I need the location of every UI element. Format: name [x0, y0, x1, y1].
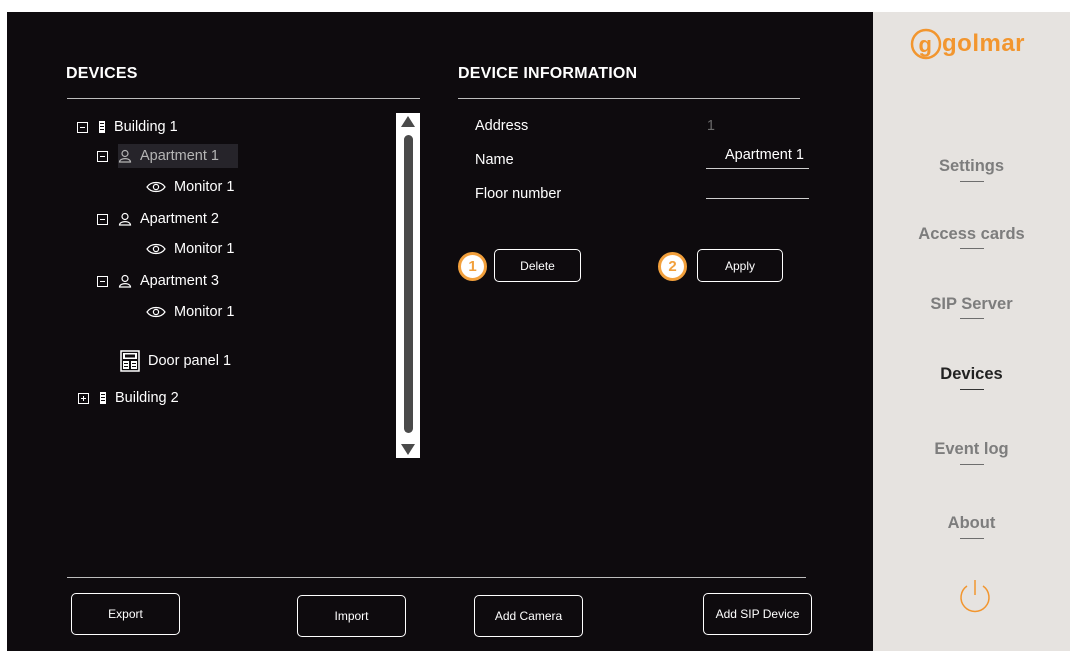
tree-item-label: Apartment 2 — [140, 211, 219, 227]
floor-number-field[interactable] — [704, 180, 804, 198]
door-panel-icon — [120, 350, 140, 372]
address-label: Address — [475, 118, 529, 134]
devices-divider — [67, 98, 420, 99]
apply-button[interactable]: Apply — [697, 249, 783, 282]
bottom-divider — [67, 577, 806, 578]
devices-title: DEVICES — [66, 65, 138, 82]
tree-item-monitor-1[interactable]: Monitor 1 — [146, 301, 234, 323]
tree-item-label: Monitor 1 — [174, 304, 235, 320]
collapse-icon[interactable] — [97, 275, 108, 287]
menu-event-log[interactable]: Event log — [873, 440, 1070, 459]
person-icon — [118, 212, 132, 226]
add-sip-device-button[interactable]: Add SIP Device — [703, 593, 812, 635]
tree-item-label: Building 2 — [115, 390, 179, 406]
name-label: Name — [475, 152, 514, 168]
sidebar — [873, 12, 1070, 651]
tree-item-label: Building 1 — [114, 119, 178, 135]
name-field-underline — [706, 168, 809, 169]
menu-devices[interactable]: Devices — [873, 365, 1070, 384]
floor-number-field-underline — [706, 198, 809, 199]
menu-sip-server-underline — [960, 318, 984, 319]
tree-item-monitor-1[interactable]: Monitor 1 — [146, 176, 234, 198]
export-button[interactable]: Export — [71, 593, 180, 635]
callout-badge-2: 2 — [658, 252, 687, 281]
eye-icon — [146, 306, 166, 318]
tree-item-door-panel-1[interactable]: Door panel 1 — [120, 350, 231, 372]
menu-about-underline — [960, 538, 984, 539]
eye-icon — [146, 181, 166, 193]
menu-about[interactable]: About — [873, 514, 1070, 533]
tree-item-monitor-1[interactable]: Monitor 1 — [146, 238, 234, 260]
main-screen — [7, 12, 873, 651]
person-icon — [118, 149, 132, 163]
tree-item-apartment-1[interactable]: Apartment 1 — [97, 145, 219, 167]
address-value: 1 — [706, 118, 715, 134]
tree-item-apartment-2[interactable]: Apartment 2 — [97, 208, 219, 230]
scroll-down-arrow-icon[interactable] — [401, 444, 415, 455]
scrollbar-thumb[interactable] — [404, 135, 413, 433]
tree-scrollbar[interactable] — [396, 113, 420, 458]
building-icon — [100, 392, 106, 404]
tree-item-label: Monitor 1 — [174, 179, 235, 195]
menu-access-cards[interactable]: Access cards — [873, 225, 1070, 244]
tree-item-building-1[interactable]: Building 1 — [77, 116, 178, 138]
device-information-title: DEVICE INFORMATION — [458, 65, 638, 82]
name-field[interactable]: Apartment 1 — [704, 147, 804, 163]
tree-item-label: Apartment 3 — [140, 273, 219, 289]
tree-item-label: Apartment 1 — [140, 148, 219, 164]
menu-devices-underline — [960, 389, 984, 390]
menu-settings-underline — [960, 181, 984, 182]
menu-sip-server[interactable]: SIP Server — [873, 295, 1070, 314]
scroll-up-arrow-icon[interactable] — [401, 116, 415, 127]
import-button[interactable]: Import — [297, 595, 406, 637]
tree-item-apartment-3[interactable]: Apartment 3 — [97, 270, 219, 292]
tree-item-label: Door panel 1 — [148, 353, 232, 369]
delete-button[interactable]: Delete — [494, 249, 581, 282]
golmar-logo: g golmar — [910, 28, 1040, 69]
svg-text:g: g — [919, 32, 933, 57]
logo-text: golmar — [942, 30, 1026, 57]
menu-event-log-underline — [960, 464, 984, 465]
eye-icon — [146, 243, 166, 255]
building-icon — [99, 121, 105, 133]
person-icon — [118, 274, 132, 288]
device-information-divider — [458, 98, 800, 99]
tree-item-building-2[interactable]: Building 2 — [78, 387, 179, 409]
tree-item-label: Monitor 1 — [174, 241, 235, 257]
add-camera-button[interactable]: Add Camera — [474, 595, 583, 637]
callout-badge-1: 1 — [458, 252, 487, 281]
collapse-icon[interactable] — [77, 121, 88, 133]
power-icon[interactable] — [955, 577, 995, 617]
collapse-icon[interactable] — [97, 213, 108, 225]
floor-number-label: Floor number — [475, 186, 562, 202]
expand-icon[interactable] — [78, 392, 89, 404]
menu-access-cards-underline — [960, 248, 984, 249]
collapse-icon[interactable] — [97, 150, 108, 162]
menu-settings[interactable]: Settings — [873, 157, 1070, 176]
